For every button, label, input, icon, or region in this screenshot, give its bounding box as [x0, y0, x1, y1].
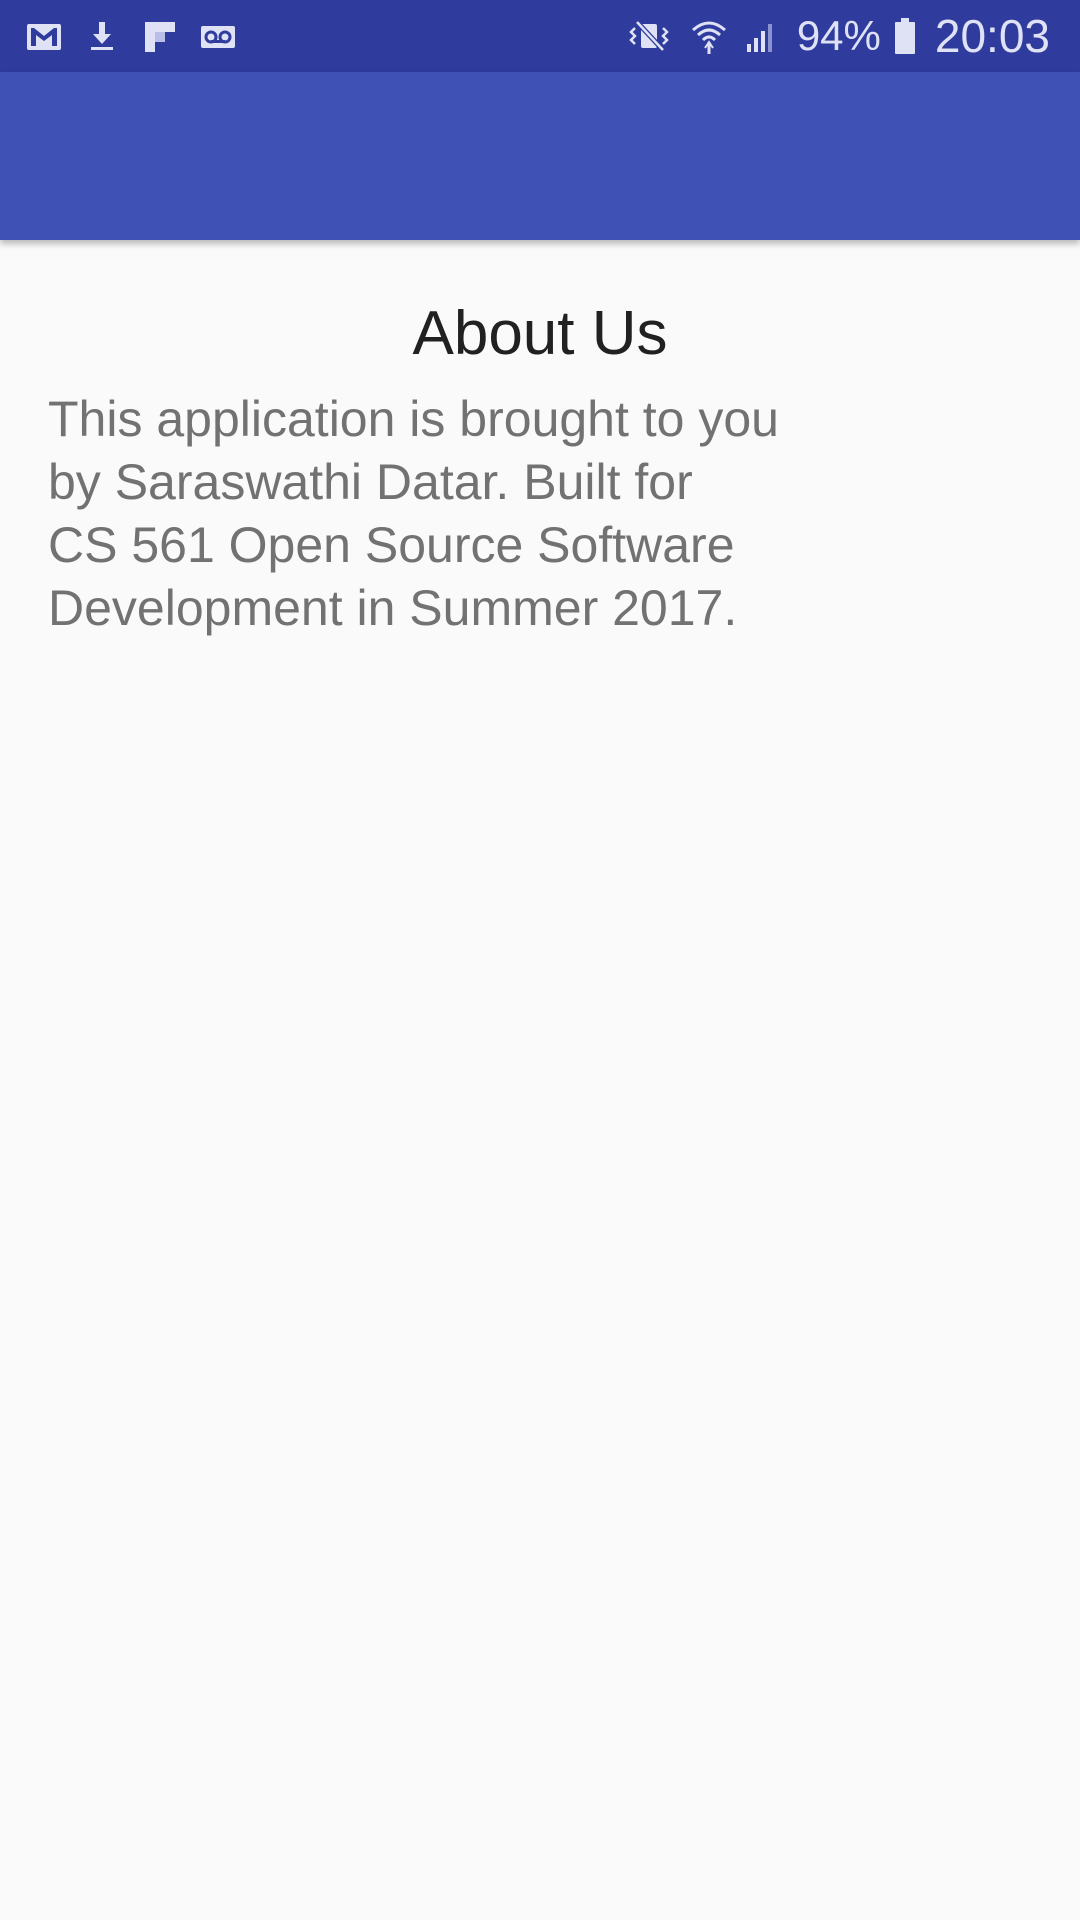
wifi-icon	[691, 21, 726, 54]
clock: 20:03	[934, 10, 1050, 62]
notification-icons	[24, 14, 238, 58]
download-icon	[91, 22, 113, 50]
voicemail-icon	[201, 26, 235, 48]
battery-icon	[894, 18, 915, 54]
system-status: 94% 20:03	[621, 0, 1050, 72]
vibrate-mute-icon	[629, 20, 669, 52]
cell-signal-icon	[746, 24, 772, 52]
page-title: About Us	[412, 299, 668, 368]
gmail-icon	[27, 24, 61, 50]
status-bar: 94% 20:03	[0, 0, 1080, 72]
app-bar	[0, 72, 1080, 240]
about-description: This application is brought to you by Sa…	[48, 391, 779, 636]
flipboard-icon	[145, 22, 175, 52]
battery-percent: 94%	[796, 12, 881, 59]
